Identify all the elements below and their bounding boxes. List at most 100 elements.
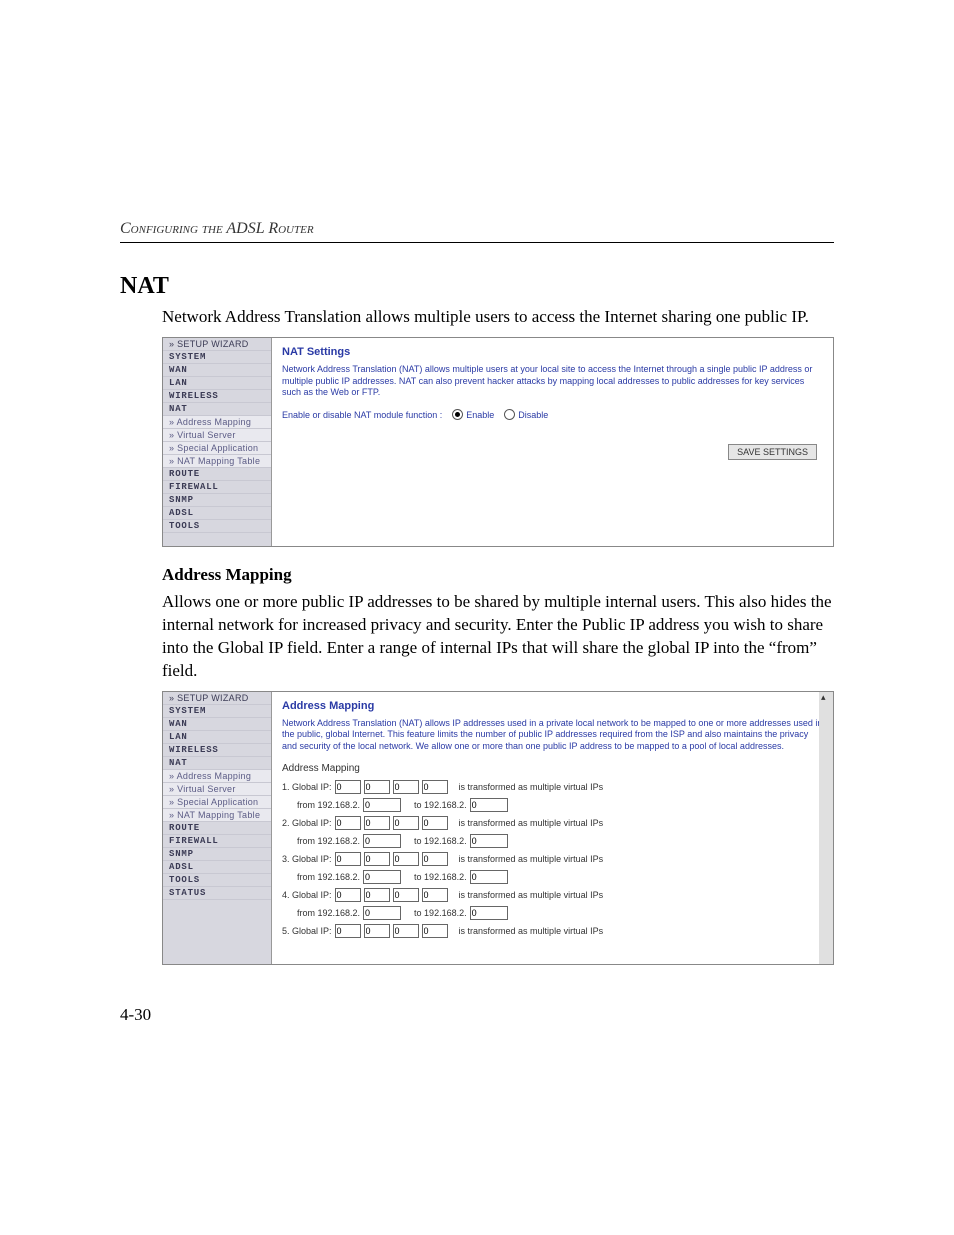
section-intro: Network Address Translation allows multi… [162,306,834,329]
sidebar-item[interactable]: » SETUP WIZARD [163,338,271,351]
sidebar-item[interactable]: » NAT Mapping Table [163,455,271,468]
sidebar-item[interactable]: SNMP [163,848,271,861]
nat-toggle-row: Enable or disable NAT module function : … [282,409,823,420]
ip-octet-input[interactable] [335,780,361,794]
sidebar-item[interactable]: ROUTE [163,468,271,481]
sidebar-item[interactable]: WIRELESS [163,390,271,403]
ip-octet-input[interactable] [335,816,361,830]
sidebar-item[interactable]: ROUTE [163,822,271,835]
sidebar-item[interactable]: WIRELESS [163,744,271,757]
ip-octet-input[interactable] [364,852,390,866]
mapping-subheading: Address Mapping [282,763,823,774]
sidebar-item[interactable]: » Special Application [163,796,271,809]
ip-octet-input[interactable] [393,924,419,938]
running-header: Configuring the ADSL Router [120,220,834,238]
sidebar-item[interactable]: LAN [163,377,271,390]
sidebar-item[interactable]: TOOLS [163,874,271,887]
ip-octet-input[interactable] [335,888,361,902]
from-label: from 192.168.2. [297,908,360,918]
sidebar-item[interactable]: LAN [163,731,271,744]
sidebar-item[interactable]: WAN [163,364,271,377]
global-ip-label: 2. Global IP: [282,818,332,828]
global-ip-row: 5. Global IP: is transformed as multiple… [282,924,823,938]
from-input[interactable] [363,870,401,884]
subsection-title: Address Mapping [162,565,834,585]
pane-description: Network Address Translation (NAT) allows… [282,718,823,753]
ip-octet-input[interactable] [422,924,448,938]
sidebar-item[interactable]: FIREWALL [163,481,271,494]
sidebar-item[interactable]: » Virtual Server [163,783,271,796]
ip-octet-input[interactable] [422,816,448,830]
sidebar-item[interactable]: NAT [163,757,271,770]
main-pane: Address Mapping Network Address Translat… [272,692,833,964]
ip-octet-input[interactable] [393,816,419,830]
ip-octet-input[interactable] [364,924,390,938]
sidebar-item[interactable]: SYSTEM [163,351,271,364]
enable-radio[interactable]: Enable [452,409,494,420]
ip-octet-input[interactable] [422,888,448,902]
disable-radio[interactable]: Disable [504,409,548,420]
sidebar-item[interactable]: » Address Mapping [163,770,271,783]
sidebar-item[interactable]: WAN [163,718,271,731]
ip-octet-input[interactable] [422,852,448,866]
global-ip-row: 3. Global IP: is transformed as multiple… [282,852,823,866]
address-mapping-screenshot: » SETUP WIZARDSYSTEMWANLANWIRELESSNAT» A… [162,691,834,965]
from-label: from 192.168.2. [297,836,360,846]
from-to-row: from 192.168.2. to 192.168.2. [282,906,823,920]
sidebar-item[interactable]: TOOLS [163,520,271,533]
to-input[interactable] [470,834,508,848]
global-ip-label: 4. Global IP: [282,890,332,900]
sidebar-item[interactable]: » Virtual Server [163,429,271,442]
to-input[interactable] [470,798,508,812]
ip-octet-input[interactable] [364,816,390,830]
ip-octet-input[interactable] [393,852,419,866]
scrollbar[interactable] [819,692,833,964]
ip-octet-input[interactable] [335,924,361,938]
to-input[interactable] [470,906,508,920]
from-input[interactable] [363,834,401,848]
transformed-label: is transformed as multiple virtual IPs [459,854,604,864]
global-ip-row: 1. Global IP: is transformed as multiple… [282,780,823,794]
ip-octet-input[interactable] [393,780,419,794]
pane-description: Network Address Translation (NAT) allows… [282,364,823,399]
sidebar-item[interactable]: STATUS [163,887,271,900]
sidebar-item[interactable]: ADSL [163,507,271,520]
from-label: from 192.168.2. [297,800,360,810]
from-input[interactable] [363,798,401,812]
ip-octet-input[interactable] [364,780,390,794]
sidebar-item[interactable]: » NAT Mapping Table [163,809,271,822]
from-input[interactable] [363,906,401,920]
page-number: 4-30 [120,1005,151,1025]
sidebar-item[interactable]: » SETUP WIZARD [163,692,271,705]
section-title: NAT [120,273,834,300]
sidebar-item[interactable]: FIREWALL [163,835,271,848]
save-settings-button[interactable]: SAVE SETTINGS [728,444,817,460]
pane-title: Address Mapping [282,700,823,712]
nat-toggle-label: Enable or disable NAT module function : [282,410,442,420]
subsection-body: Allows one or more public IP addresses t… [162,591,834,683]
sidebar-item[interactable]: NAT [163,403,271,416]
to-input[interactable] [470,870,508,884]
global-ip-row: 2. Global IP: is transformed as multiple… [282,816,823,830]
header-rule [120,242,834,243]
ip-octet-input[interactable] [422,780,448,794]
ip-octet-input[interactable] [335,852,361,866]
to-label: to 192.168.2. [414,908,467,918]
from-to-row: from 192.168.2.to 192.168.2. [282,834,823,848]
global-ip-label: 3. Global IP: [282,854,332,864]
sidebar-item[interactable]: SNMP [163,494,271,507]
to-label: to 192.168.2. [414,872,467,882]
sidebar-item[interactable]: » Special Application [163,442,271,455]
global-ip-row: 4. Global IP: is transformed as multiple… [282,888,823,902]
enable-radio-label: Enable [466,410,494,420]
radio-icon [504,409,515,420]
sidebar: » SETUP WIZARDSYSTEMWANLANWIRELESSNAT» A… [163,692,272,964]
sidebar-item[interactable]: ADSL [163,861,271,874]
sidebar-item[interactable]: SYSTEM [163,705,271,718]
from-label: from 192.168.2. [297,872,360,882]
ip-octet-input[interactable] [393,888,419,902]
ip-octet-input[interactable] [364,888,390,902]
sidebar-item[interactable]: » Address Mapping [163,416,271,429]
transformed-label: is transformed as multiple virtual IPs [459,818,604,828]
from-to-row: from 192.168.2.to 192.168.2. [282,798,823,812]
